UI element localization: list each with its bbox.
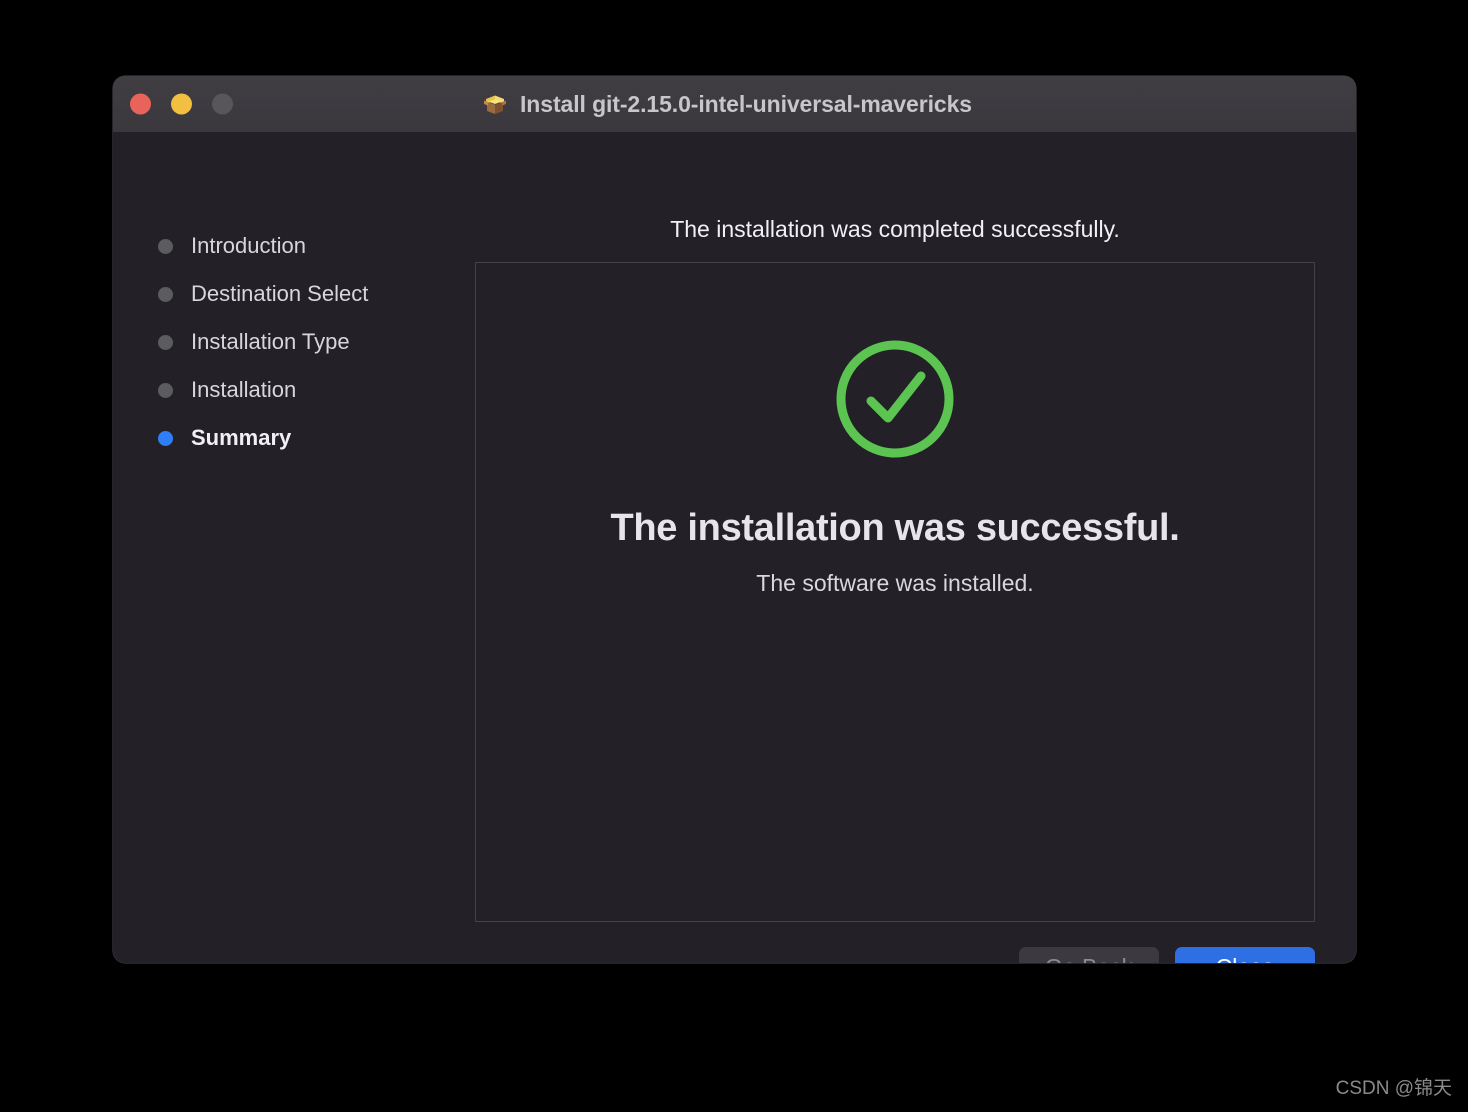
window-body: Introduction Destination Select Installa… (113, 132, 1356, 963)
installer-main-pane: The installation was completed successfu… (475, 132, 1356, 963)
step-dot-icon (158, 286, 173, 302)
installer-sidebar: Introduction Destination Select Installa… (113, 132, 475, 963)
close-window-button[interactable] (130, 93, 151, 115)
step-dot-active-icon (158, 430, 173, 446)
sidebar-item-label: Destination Select (191, 281, 369, 306)
sidebar-item-introduction[interactable]: Introduction (158, 232, 368, 260)
success-subtitle: The software was installed. (756, 570, 1034, 596)
sidebar-item-installation-type[interactable]: Installation Type (158, 328, 368, 356)
go-back-button[interactable]: Go Back (1019, 947, 1159, 963)
step-list: Introduction Destination Select Installa… (158, 232, 368, 452)
success-block: The installation was successful. The sof… (476, 337, 1314, 597)
sidebar-item-label: Introduction (191, 233, 306, 258)
watermark: CSDN @锦天 (1335, 1078, 1452, 1099)
installer-window: Install git-2.15.0-intel-universal-maver… (113, 76, 1356, 963)
success-check-circle-icon (833, 337, 957, 461)
button-row: Go Back Close (475, 947, 1315, 963)
page-title: The installation was completed successfu… (670, 216, 1120, 242)
step-dot-icon (158, 238, 173, 254)
sidebar-item-installation[interactable]: Installation (158, 376, 368, 404)
window-titlebar: Install git-2.15.0-intel-universal-maver… (113, 76, 1356, 133)
zoom-window-button (212, 93, 233, 115)
sidebar-item-label: Summary (191, 425, 292, 450)
sidebar-item-destination-select[interactable]: Destination Select (158, 280, 368, 308)
window-title-group: Install git-2.15.0-intel-universal-maver… (481, 90, 972, 118)
step-dot-icon (158, 382, 173, 398)
close-button[interactable]: Close (1175, 947, 1315, 963)
sidebar-item-label: Installation (191, 377, 297, 402)
traffic-light-buttons (130, 93, 233, 115)
sidebar-item-label: Installation Type (191, 329, 350, 354)
success-title: The installation was successful. (610, 507, 1180, 549)
minimize-window-button[interactable] (171, 93, 192, 115)
package-box-icon (481, 90, 509, 118)
window-title: Install git-2.15.0-intel-universal-maver… (520, 90, 972, 117)
sidebar-item-summary[interactable]: Summary (158, 424, 368, 452)
step-dot-icon (158, 334, 173, 350)
content-panel: The installation was successful. The sof… (475, 262, 1315, 922)
